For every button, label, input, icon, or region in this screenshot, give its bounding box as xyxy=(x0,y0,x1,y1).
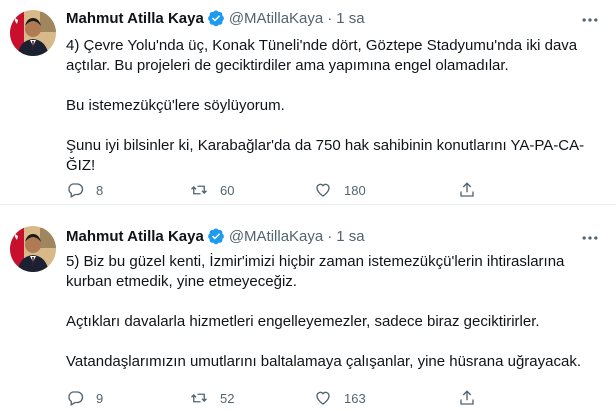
share-icon xyxy=(460,182,474,197)
tweet[interactable]: Mahmut Atilla Kaya @MAtillaKaya · 1 sa 5… xyxy=(0,206,616,411)
tweet-paragraph: Vatandaşlarımızın umutlarını baltalamaya… xyxy=(66,353,581,370)
verified-badge-icon xyxy=(207,9,225,27)
reply-icon xyxy=(68,391,84,406)
more-options-icon[interactable] xyxy=(580,228,600,248)
like-button[interactable]: 180 xyxy=(314,180,366,200)
share-icon xyxy=(460,390,474,405)
like-count: 180 xyxy=(344,182,366,198)
reply-icon xyxy=(68,183,84,198)
avatar[interactable] xyxy=(10,10,56,56)
author-handle[interactable]: @MAtillaKaya xyxy=(229,10,323,27)
tweet-actions: 8 60 180 xyxy=(66,180,546,200)
tweet-paragraph: Bu istemezükçü'lere söylüyorum. xyxy=(66,97,285,114)
share-button[interactable] xyxy=(458,388,488,408)
tweet-header: Mahmut Atilla Kaya @MAtillaKaya · 1 sa xyxy=(66,226,365,246)
tweet-text: 4) Çevre Yolu'nda üç, Konak Tüneli'nde d… xyxy=(66,36,596,176)
reply-button[interactable]: 9 xyxy=(66,388,103,408)
reply-count: 8 xyxy=(96,182,104,198)
retweet-button[interactable]: 52 xyxy=(190,388,234,408)
tweet-paragraph: Şunu iyi bilsinler ki, Karabağlar'da da … xyxy=(66,137,585,174)
retweet-icon xyxy=(191,393,207,403)
tweet-timestamp[interactable]: 1 sa xyxy=(336,10,364,27)
reply-button[interactable]: 8 xyxy=(66,180,103,200)
separator-dot: · xyxy=(327,9,333,27)
tweet-paragraph: 4) Çevre Yolu'nda üç, Konak Tüneli'nde d… xyxy=(66,37,582,74)
tweet-paragraph: Açtıkları davalarla hizmetleri engelleye… xyxy=(66,313,540,330)
like-count: 163 xyxy=(344,390,366,406)
share-button[interactable] xyxy=(458,180,488,200)
retweet-icon xyxy=(191,185,207,195)
like-icon xyxy=(316,183,330,197)
tweet-text: 5) Biz bu güzel kenti, İzmir'imizi hiçbi… xyxy=(66,252,596,372)
tweet-actions: 9 52 163 xyxy=(66,388,546,408)
separator-dot: · xyxy=(327,227,333,245)
tweet-timestamp[interactable]: 1 sa xyxy=(336,228,364,245)
verified-badge-icon xyxy=(207,227,225,245)
retweet-count: 60 xyxy=(220,182,235,198)
like-button[interactable]: 163 xyxy=(314,388,366,408)
retweet-count: 52 xyxy=(220,390,235,406)
author-name[interactable]: Mahmut Atilla Kaya xyxy=(66,228,204,245)
avatar[interactable] xyxy=(10,226,56,272)
tweet-header: Mahmut Atilla Kaya @MAtillaKaya · 1 sa xyxy=(66,8,365,28)
more-options-icon[interactable] xyxy=(580,10,600,30)
like-icon xyxy=(316,391,330,405)
author-name[interactable]: Mahmut Atilla Kaya xyxy=(66,10,204,27)
tweet[interactable]: Mahmut Atilla Kaya @MAtillaKaya · 1 sa 4… xyxy=(0,0,616,205)
reply-count: 9 xyxy=(96,390,104,406)
author-handle[interactable]: @MAtillaKaya xyxy=(229,228,323,245)
retweet-button[interactable]: 60 xyxy=(190,180,234,200)
tweet-paragraph: 5) Biz bu güzel kenti, İzmir'imizi hiçbi… xyxy=(66,253,569,290)
